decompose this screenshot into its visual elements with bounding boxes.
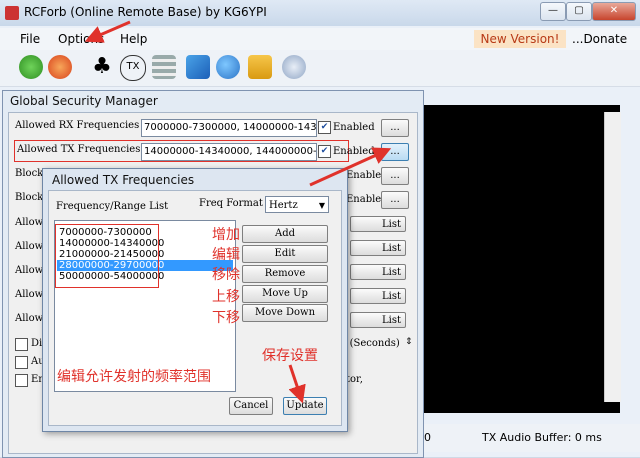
arrow-to-options (84, 20, 131, 43)
arrow-to-tx-button (309, 147, 392, 187)
annotation-arrows (84, 20, 392, 404)
arrow-to-update (288, 364, 306, 404)
